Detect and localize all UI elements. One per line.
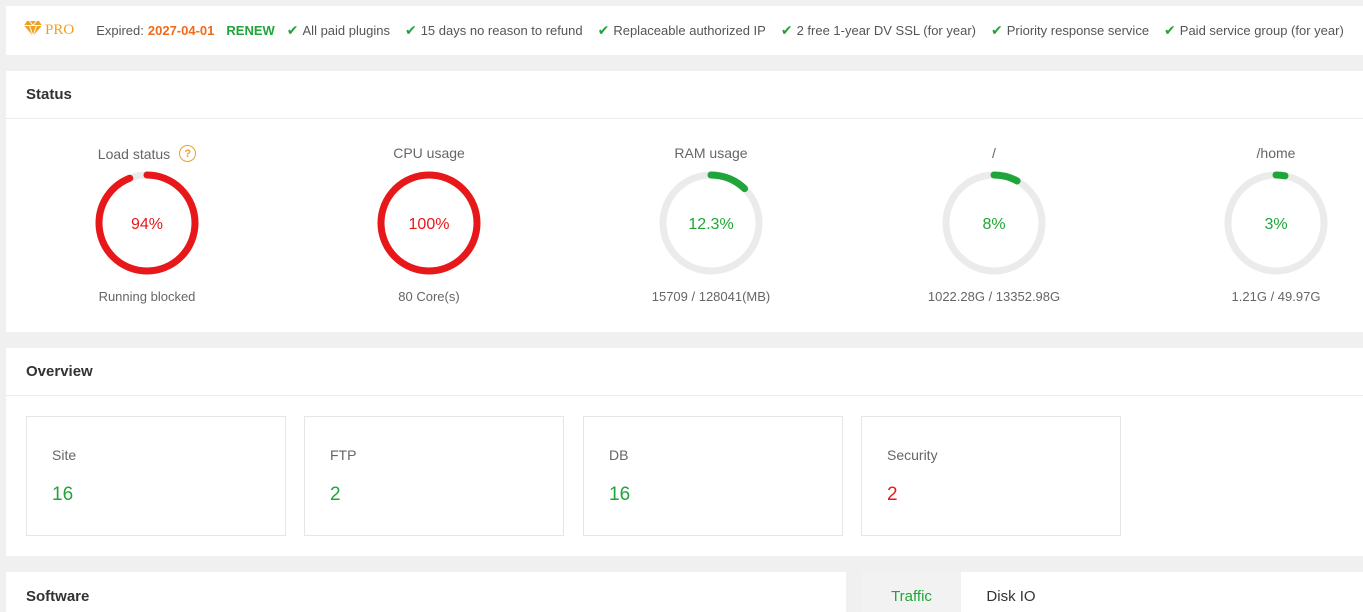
card-label: Security <box>887 447 938 463</box>
status-gauges: Load status? 94% Running blocked CPU usage 1… <box>6 119 1363 331</box>
gauge-label-text: CPU usage <box>393 145 465 161</box>
card-label: FTP <box>330 447 357 463</box>
gauge-subtext: 1022.28G / 13352.98G <box>927 289 1061 304</box>
traffic-panel: Traffic Disk IO <box>862 572 1363 612</box>
overview-card-site[interactable]: Site 16 <box>26 416 286 536</box>
tab-disk-io[interactable]: Disk IO <box>961 572 1061 612</box>
perk-label: Paid service group (for year) <box>1179 23 1344 38</box>
perk-item: ✔ 15 days no reason to refund <box>405 22 583 39</box>
gauge-subtext: 80 Core(s) <box>398 289 460 304</box>
gauge-value: 12.3% <box>688 216 734 233</box>
gauge-label: CPU usage <box>329 145 529 161</box>
gauge-subtext: Running blocked <box>98 289 196 304</box>
card-value[interactable]: 2 <box>330 484 341 506</box>
gauge-label: Load status? <box>47 145 247 162</box>
perk-label: 15 days no reason to refund <box>420 23 583 38</box>
overview-card-db[interactable]: DB 16 <box>583 416 843 536</box>
check-icon: ✔ <box>990 22 1003 38</box>
card-value[interactable]: 16 <box>609 484 630 506</box>
gauge-subtext: 1.21G / 49.97G <box>1231 289 1321 304</box>
check-icon: ✔ <box>404 22 417 38</box>
overview-cards: Site 16 FTP 2 DB 16 Security 2 <box>6 396 1363 554</box>
overview-panel: Overview Site 16 FTP 2 DB 16 Security 2 <box>6 348 1363 556</box>
status-panel: Status Load status? 94% Running blocked CPU… <box>6 71 1363 332</box>
check-icon: ✔ <box>780 22 793 38</box>
software-title: Software <box>26 587 90 605</box>
gauge-label-text: / <box>992 145 996 161</box>
pro-logo: PRO <box>24 20 75 41</box>
diamond-icon <box>24 20 45 41</box>
card-label: Site <box>52 447 77 463</box>
pro-banner: PRO Expired: 2027-04-01 RENEW ✔ All paid … <box>6 6 1363 55</box>
perk-item: ✔ Priority response service <box>991 22 1149 39</box>
pro-logo-text: PRO <box>45 22 75 38</box>
expired-date: 2027-04-01 <box>147 23 215 38</box>
tab-traffic[interactable]: Traffic <box>862 572 961 612</box>
gauge-value: 100% <box>408 216 450 233</box>
renew-link[interactable]: RENEW <box>226 23 274 38</box>
overview-card-security[interactable]: Security 2 <box>861 416 1121 536</box>
perk-item: ✔ 2 free 1-year DV SSL (for year) <box>781 22 976 39</box>
gauge-label: /home <box>1176 145 1363 161</box>
perk-label: Priority response service <box>1006 23 1150 38</box>
card-label: DB <box>609 447 629 463</box>
expired-label: Expired: <box>96 23 144 38</box>
gauge-label-text: Load status <box>97 145 171 162</box>
gauge-value: 3% <box>1264 216 1288 233</box>
gauge-subtext: 15709 / 128041(MB) <box>651 289 771 304</box>
gauge-label: / <box>894 145 1094 161</box>
overview-title: Overview <box>6 348 1363 396</box>
card-value[interactable]: 2 <box>887 484 898 506</box>
perk-item: ✔ All paid plugins <box>287 22 390 39</box>
gauge-label: RAM usage <box>611 145 811 161</box>
check-icon: ✔ <box>286 22 299 38</box>
perk-label: 2 free 1-year DV SSL (for year) <box>796 23 976 38</box>
software-panel: Software <box>6 572 846 612</box>
gauge-value: 8% <box>982 216 1006 233</box>
perk-item: ✔ Replaceable authorized IP <box>598 22 766 39</box>
check-icon: ✔ <box>1164 22 1176 38</box>
gauge-label-text: RAM usage <box>674 145 748 161</box>
gauge-label-text: /home <box>1256 145 1296 161</box>
status-title: Status <box>6 71 1363 119</box>
perk-label: Replaceable authorized IP <box>613 23 766 38</box>
card-value[interactable]: 16 <box>52 484 73 506</box>
gauge-value: 94% <box>130 216 164 233</box>
perk-item: ✔ Paid service group (for year) <box>1164 22 1344 39</box>
check-icon: ✔ <box>597 22 610 38</box>
overview-card-ftp[interactable]: FTP 2 <box>304 416 564 536</box>
help-icon[interactable]: ? <box>179 145 197 162</box>
perk-label: All paid plugins <box>302 23 390 38</box>
